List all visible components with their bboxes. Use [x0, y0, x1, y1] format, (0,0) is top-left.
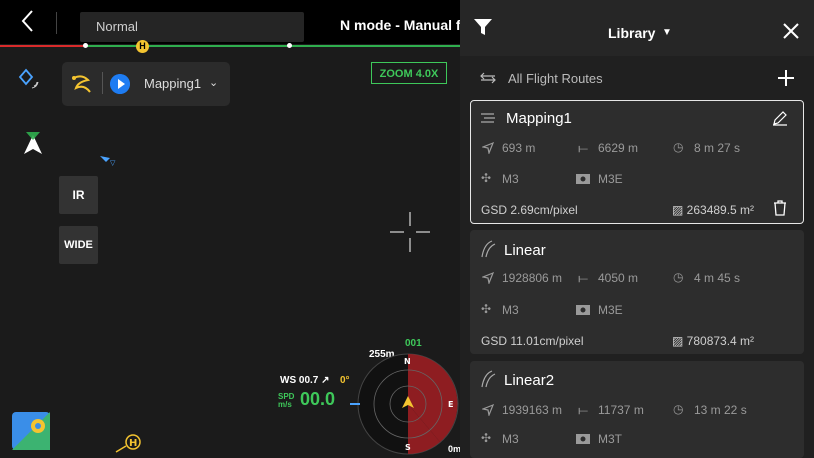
camera-model: M3E [598, 303, 623, 317]
filter-icon[interactable] [474, 18, 492, 36]
edit-icon[interactable] [772, 110, 788, 126]
back-icon[interactable] [18, 8, 38, 34]
drone-icon: ✣ [481, 302, 492, 316]
route-name: Linear [504, 242, 546, 259]
route-length-icon: ⟝ [578, 403, 588, 417]
progress-bar-red [0, 45, 85, 47]
mapping-route-icon [481, 113, 495, 123]
route-name-label: Mapping1 [144, 76, 202, 91]
map-icon[interactable] [12, 412, 50, 450]
library-dropdown[interactable]: Library [608, 25, 655, 41]
wind-speed-value: 00.7 ↗ [298, 375, 330, 386]
gsd-readout: GSD 11.01cm/pixel [481, 334, 584, 348]
divider [102, 72, 103, 94]
route-length-icon: ⟝ [578, 141, 588, 155]
add-route-icon[interactable] [777, 69, 795, 87]
chevron-down-icon[interactable]: ⌄ [209, 76, 218, 89]
chevron-down-icon[interactable]: ▼ [662, 27, 672, 38]
drone-icon: ✣ [481, 431, 492, 445]
speed-label: SPD m/s [278, 392, 295, 409]
progress-dot [287, 43, 292, 48]
wind-speed-readout: WS 00.7 ↗ [280, 375, 330, 386]
gsd-value: 2.69cm/pixel [510, 203, 578, 217]
camera-icon [576, 305, 590, 315]
distance-icon [482, 272, 494, 284]
route-icon [72, 75, 91, 93]
trash-icon[interactable] [773, 200, 787, 216]
ir-camera-button[interactable]: IR [59, 176, 98, 214]
camera-model: M3T [598, 432, 622, 446]
distance-icon [482, 142, 494, 154]
compass-s: S [405, 443, 411, 452]
linear-route-icon [481, 240, 496, 258]
clock-icon: ◷ [673, 270, 684, 284]
aircraft-model: M3 [502, 172, 519, 186]
camera-model: M3E [598, 172, 623, 186]
flight-status-text: N mode - Manual flight [340, 17, 460, 33]
area-value: 263489.5 m² [686, 203, 755, 217]
gimbal-angle: 0° [340, 375, 350, 386]
drone-icon: ✣ [481, 171, 492, 185]
route-distance: 693 m [502, 141, 536, 155]
svg-text:H: H [129, 438, 137, 449]
compass-n: N [404, 357, 411, 366]
clock-icon: ◷ [673, 402, 684, 416]
wind-speed-label: WS [280, 375, 297, 386]
progress-dot [83, 43, 88, 48]
compass-radar: N S E [350, 353, 459, 455]
aircraft-model: M3 [502, 303, 519, 317]
gsd-readout: GSD 2.69cm/pixel [481, 203, 578, 217]
area-readout: ▨ 780873.4 m² [672, 334, 755, 348]
play-icon[interactable] [110, 74, 130, 94]
clock-icon: ◷ [673, 140, 684, 154]
route-duration: 4 m 45 s [694, 271, 741, 285]
area-readout: ▨ 263489.5 m² [672, 203, 755, 217]
route-duration: 8 m 27 s [694, 141, 741, 155]
waypoint-marker-icon: ▽ [100, 156, 116, 167]
wide-camera-button[interactable]: WIDE [59, 226, 98, 264]
divider [56, 12, 57, 34]
crosshair-icon [390, 212, 430, 252]
compass-e: E [448, 400, 453, 409]
route-length: 6629 m [598, 141, 639, 155]
close-icon[interactable] [782, 22, 800, 40]
area-value: 780873.4 m² [686, 334, 755, 348]
swap-icon [480, 72, 496, 84]
camera-icon [576, 174, 590, 184]
route-name: Linear2 [504, 372, 555, 389]
linear-route-icon [481, 370, 496, 388]
route-name: Mapping1 [506, 110, 572, 127]
speed-value: 00.0 [300, 389, 336, 409]
route-length-icon: ⟝ [578, 271, 588, 285]
route-length: 4050 m [598, 271, 639, 285]
distance-icon [482, 404, 494, 416]
aircraft-model: M3 [502, 432, 519, 446]
zoom-indicator[interactable]: ZOOM 4.0X [371, 62, 447, 84]
svg-text:▽: ▽ [110, 159, 116, 167]
route-length: 11737 m [598, 403, 644, 417]
aircraft-icon [24, 132, 42, 154]
route-distance: 1939163 m [502, 403, 563, 417]
gsd-value: 11.01cm/pixel [510, 334, 584, 348]
camera-icon [576, 434, 590, 444]
route-distance: 1928806 m [502, 271, 563, 285]
route-duration: 13 m 22 s [694, 403, 747, 417]
signal-diamond-icon [18, 68, 39, 89]
all-flight-routes-label[interactable]: All Flight Routes [508, 71, 603, 86]
home-point-marker: H [136, 40, 149, 53]
home-point-icon: H [115, 434, 141, 453]
flight-mode-text: Normal [96, 19, 138, 34]
